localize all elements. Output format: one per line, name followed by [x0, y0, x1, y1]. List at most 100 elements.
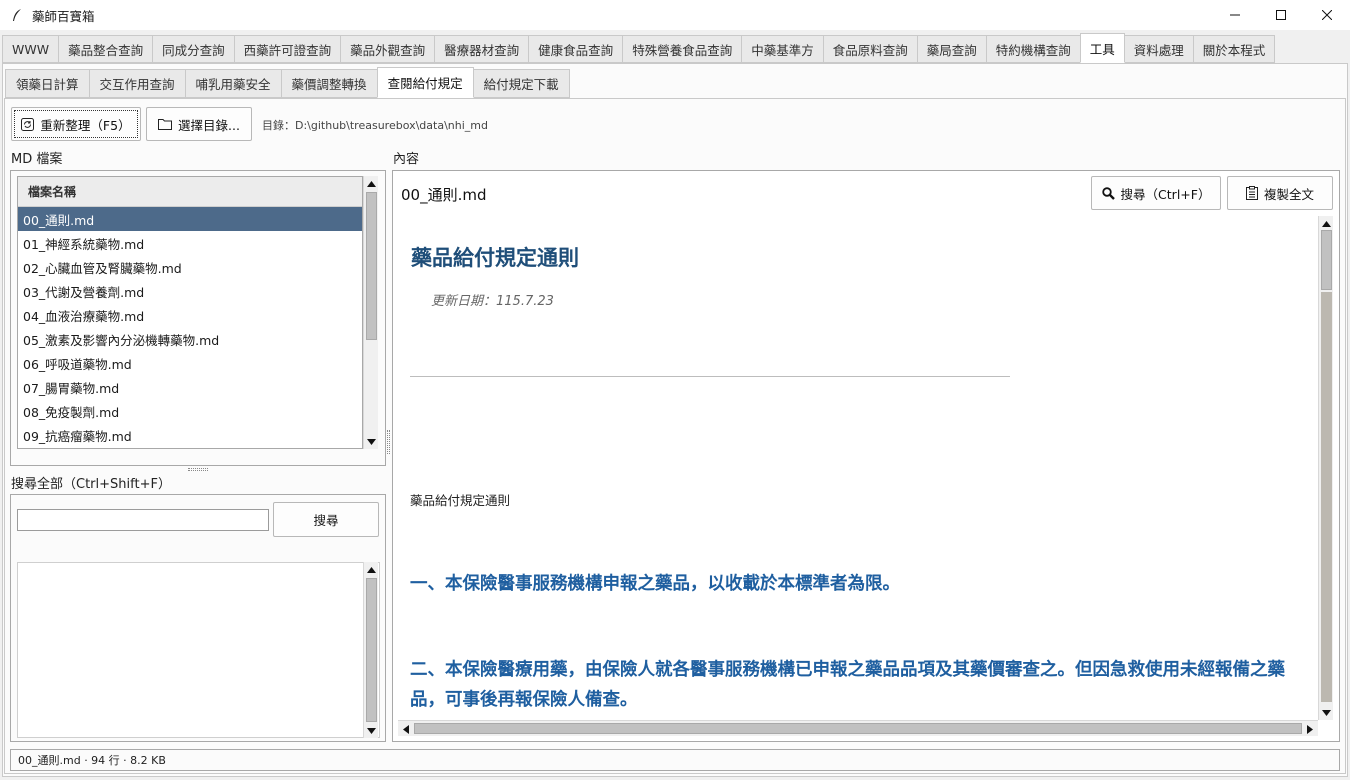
maximize-icon [1276, 10, 1286, 20]
triangle-left-icon [403, 724, 409, 734]
vertical-splitter[interactable] [387, 430, 390, 454]
md-files-label: MD 檔案 [11, 152, 63, 167]
scroll-left-arrow[interactable] [400, 723, 412, 735]
tab-medical-device[interactable]: 醫療器材查詢 [434, 35, 530, 63]
list-item[interactable]: 05_激素及影響內分泌機轉藥物.md [18, 327, 362, 351]
close-icon [1322, 10, 1332, 20]
tab-about[interactable]: 關於本程式 [1192, 35, 1276, 63]
subtab-interaction[interactable]: 交互作用查詢 [88, 69, 186, 98]
scroll-thumb[interactable] [366, 192, 377, 340]
tab-tools[interactable]: 工具 [1079, 33, 1125, 63]
list-item[interactable]: 01_神經系統藥物.md [18, 231, 362, 255]
tab-same-ingredient[interactable]: 同成分查詢 [152, 35, 235, 63]
rule-item-1: 一、本保險醫事服務機構申報之藥品，以收載於本標準者為限。 [410, 574, 900, 594]
tab-health-food[interactable]: 健康食品查詢 [528, 35, 624, 63]
triangle-down-icon [1322, 709, 1331, 716]
column-header-filename[interactable]: 檔案名稱 [18, 177, 362, 207]
subtab-price-adjust[interactable]: 藥價調整轉換 [280, 69, 378, 98]
triangle-right-icon [1307, 724, 1313, 734]
folder-icon [158, 119, 173, 130]
file-list-scrollbar[interactable] [363, 176, 378, 449]
content-label: 內容 [393, 152, 420, 167]
sub-tab-strip: 領藥日計算 交互作用查詢 哺乳用藥安全 藥價調整轉換 查閱給付規定 給付規定下載 [5, 67, 570, 98]
rule-item-2: 二、本保險醫療用藥，由保險人就各醫事服務機構已申報之藥品品項及其藥價審查之。但因… [410, 660, 1285, 710]
document-horizontal-scrollbar[interactable] [398, 720, 1318, 736]
subtab-dispense-date[interactable]: 領藥日計算 [5, 69, 90, 98]
triangle-up-icon [367, 566, 376, 573]
list-item[interactable]: 08_免疫製劑.md [18, 399, 362, 423]
tab-food-ingredient[interactable]: 食品原料查詢 [822, 35, 918, 63]
search-all-label: 搜尋全部（Ctrl+Shift+F） [11, 477, 171, 492]
subtab-reimbursement-view[interactable]: 查閱給付規定 [376, 67, 474, 98]
tab-www[interactable]: WWW [2, 35, 60, 63]
tab-data-processing[interactable]: 資料處理 [1123, 35, 1194, 63]
tab-appearance-search[interactable]: 藥品外觀查詢 [340, 35, 436, 63]
status-text: 00_通則.md · 94 行 · 8.2 KB [18, 754, 166, 767]
minimize-button[interactable] [1212, 0, 1258, 30]
horizontal-splitter[interactable] [188, 468, 208, 471]
updated-date: 更新日期：115.7.23 [431, 294, 554, 309]
refresh-icon [21, 117, 35, 131]
minimize-icon [1230, 14, 1240, 16]
scroll-thumb[interactable] [1321, 230, 1332, 290]
feather-icon [13, 9, 21, 21]
horizontal-rule [410, 376, 1010, 377]
scroll-track[interactable] [1321, 292, 1332, 702]
main-tab-strip: WWW 藥品整合查詢 同成分查詢 西藥許可證查詢 藥品外觀查詢 醫療器材查詢 健… [2, 33, 1276, 63]
document-vertical-scrollbar[interactable] [1318, 216, 1333, 720]
file-list[interactable]: 檔案名稱 00_通則.md 01_神經系統藥物.md 02_心臟血管及腎臟藥物.… [17, 176, 363, 449]
copy-all-button[interactable]: 複製全文 [1227, 176, 1333, 210]
list-item[interactable]: 06_呼吸道藥物.md [18, 351, 362, 375]
scroll-up-arrow[interactable] [1319, 216, 1334, 231]
tab-pharmacy-search[interactable]: 藥局查詢 [916, 35, 987, 63]
scroll-down-arrow[interactable] [364, 434, 379, 449]
tab-chinese-formula[interactable]: 中藥基準方 [741, 35, 824, 63]
list-item[interactable]: 07_腸胃藥物.md [18, 375, 362, 399]
search-all-button-label: 搜尋 [313, 513, 339, 528]
magnifier-icon [1101, 186, 1115, 200]
list-item[interactable]: 00_通則.md [18, 207, 362, 231]
tab-special-nutrition[interactable]: 特殊營養食品查詢 [622, 35, 743, 63]
subtab-lactation[interactable]: 哺乳用藥安全 [184, 69, 282, 98]
copy-all-label: 複製全文 [1263, 186, 1314, 202]
tab-drug-integrated-search[interactable]: 藥品整合查詢 [58, 35, 154, 63]
scroll-thumb[interactable] [366, 578, 377, 722]
choose-directory-button[interactable]: 選擇目錄... [146, 107, 252, 141]
triangle-up-icon [1322, 220, 1331, 227]
close-button[interactable] [1304, 0, 1350, 30]
status-bar: 00_通則.md · 94 行 · 8.2 KB [10, 749, 1340, 771]
scroll-right-arrow[interactable] [1304, 723, 1316, 735]
triangle-up-icon [367, 180, 376, 187]
triangle-down-icon [367, 438, 376, 445]
scroll-up-arrow[interactable] [364, 562, 379, 577]
search-all-button[interactable]: 搜尋 [273, 502, 379, 537]
list-item[interactable]: 03_代謝及營養劑.md [18, 279, 362, 303]
refresh-button[interactable]: 重新整理（F5） [11, 107, 141, 141]
document-viewer[interactable]: 藥品給付規定通則 更新日期：115.7.23 藥品給付規定通則 一、本保險醫事服… [398, 216, 1318, 718]
results-scrollbar[interactable] [363, 562, 378, 738]
title-bar: 藥師百寶箱 [0, 0, 1350, 30]
search-all-input[interactable] [17, 509, 269, 531]
list-item[interactable]: 02_心臟血管及腎臟藥物.md [18, 255, 362, 279]
list-item[interactable]: 04_血液治療藥物.md [18, 303, 362, 327]
triangle-down-icon [367, 727, 376, 734]
maximize-button[interactable] [1258, 0, 1304, 30]
scroll-down-arrow[interactable] [364, 723, 379, 738]
search-results-list[interactable] [17, 562, 380, 738]
list-item[interactable]: 09_抗癌瘤藥物.md [18, 423, 362, 447]
scroll-up-arrow[interactable] [364, 176, 379, 191]
tab-contracted-institution[interactable]: 特約機構查詢 [985, 35, 1081, 63]
find-label: 搜尋（Ctrl+F） [1120, 186, 1211, 202]
refresh-label: 重新整理（F5） [40, 117, 131, 133]
find-button[interactable]: 搜尋（Ctrl+F） [1091, 176, 1221, 210]
scroll-thumb[interactable] [414, 723, 1302, 734]
tab-license-search[interactable]: 西藥許可證查詢 [233, 35, 342, 63]
scroll-down-arrow[interactable] [1319, 705, 1334, 720]
document-heading: 藥品給付規定通則 [411, 246, 579, 270]
clipboard-icon [1245, 186, 1258, 200]
current-filename: 00_通則.md [401, 186, 487, 204]
subtab-reimbursement-download[interactable]: 給付規定下載 [472, 69, 570, 98]
directory-path: 目錄：D:\github\treasurebox\data\nhi_md [262, 119, 488, 132]
choose-directory-label: 選擇目錄... [178, 117, 240, 133]
window-title: 藥師百寶箱 [32, 8, 95, 24]
